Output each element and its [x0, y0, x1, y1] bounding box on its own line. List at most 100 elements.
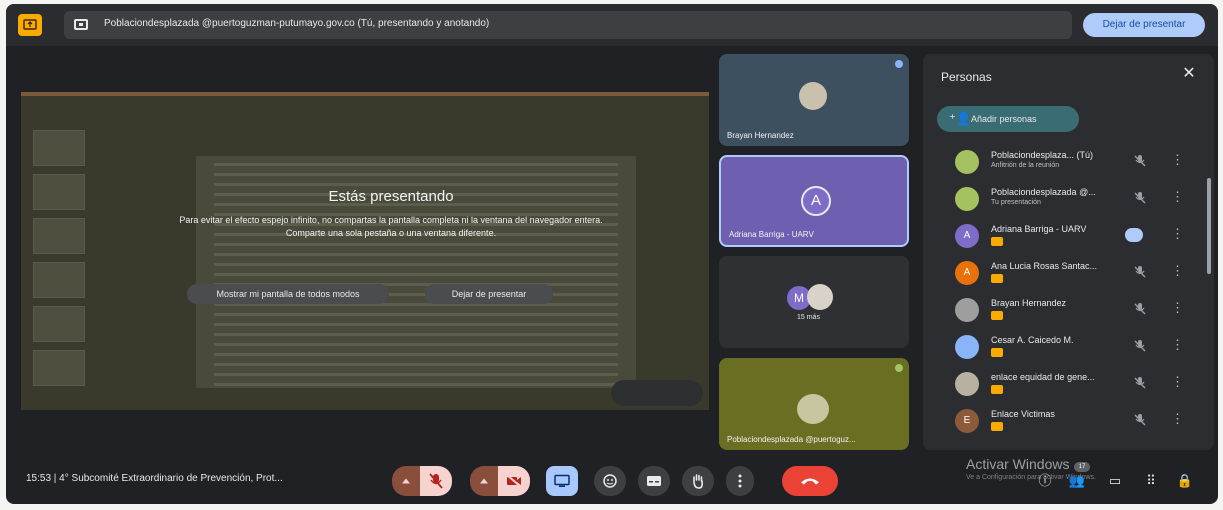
people-icon[interactable]: 👥 — [1068, 472, 1086, 490]
self-view-tile[interactable]: Poblaciondesplazada @puertoguz... — [719, 358, 909, 450]
more-vert-icon[interactable]: ⋮ — [1171, 337, 1184, 353]
participant-tile-active-speaker[interactable]: A Adriana Barriga - UARV — [719, 155, 909, 247]
people-scrollbar[interactable] — [1207, 178, 1211, 274]
slide-thumbnails — [33, 130, 93, 400]
stop-presenting-button[interactable]: Dejar de presentar — [1083, 13, 1205, 37]
add-person-icon: ⁺👤 — [949, 111, 973, 126]
participant-badge-icon — [991, 311, 1003, 320]
participant-badge-icon — [991, 422, 1003, 431]
people-panel-title: Personas — [941, 70, 992, 84]
participant-avatar — [955, 335, 979, 359]
presenting-notice: Estás presentando Para evitar el efecto … — [171, 174, 611, 334]
stop-presenting-inline-button[interactable]: Dejar de presentar — [425, 284, 553, 304]
hand-icon — [693, 474, 703, 489]
participant-name: Adriana Barriga - UARV — [729, 230, 814, 239]
close-icon[interactable]: ✕ — [1179, 64, 1199, 84]
participant-badge-icon — [991, 237, 1003, 246]
more-vert-icon[interactable]: ⋮ — [1171, 300, 1184, 316]
hang-up-icon — [801, 478, 819, 485]
camera-options-button[interactable] — [470, 466, 498, 496]
participant-row[interactable]: A Ana Lucia Rosas Santac... ⋮ — [923, 255, 1205, 289]
show-screen-anyway-button[interactable]: Mostrar mi pantalla de todos modos — [187, 284, 389, 304]
participant-name: Enlace Victimas — [991, 409, 1055, 419]
participant-name: Poblaciondesplaza... (Tú) — [991, 150, 1094, 160]
mic-muted-icon[interactable] — [1133, 154, 1147, 168]
slide-thumbnail — [33, 174, 85, 210]
mic-muted-icon[interactable] — [1133, 265, 1147, 279]
participant-row[interactable]: Brayan Hernandez ⋮ — [923, 292, 1205, 326]
participant-name: Poblaciondesplazada @puertoguz... — [727, 435, 856, 444]
more-vert-icon[interactable]: ⋮ — [1171, 226, 1184, 242]
chat-icon[interactable]: ▭ — [1106, 472, 1124, 490]
raise-hand-button[interactable] — [682, 466, 714, 496]
participant-row[interactable]: E Enlace Victimas ⋮ — [923, 403, 1205, 437]
meet-window: Poblaciondesplazada @puertoguzman-putuma… — [6, 4, 1218, 504]
more-vert-icon[interactable]: ⋮ — [1171, 411, 1184, 427]
participant-avatar: A — [801, 186, 831, 216]
captions-icon — [647, 476, 661, 486]
participant-avatar — [807, 284, 833, 310]
slide-thumbnail — [33, 350, 85, 386]
slide-thumbnail — [33, 218, 85, 254]
participant-row[interactable]: Poblaciondesplazada @... Tu presentación ⋮ — [923, 181, 1205, 215]
participant-avatar — [955, 150, 979, 174]
slide-thumbnail — [33, 306, 85, 342]
present-screen-button[interactable] — [546, 466, 578, 496]
captions-button[interactable] — [638, 466, 670, 496]
slide-thumbnail — [33, 130, 85, 166]
leave-call-button[interactable] — [782, 466, 838, 496]
participant-avatar — [797, 394, 829, 424]
participant-row[interactable]: enlace equidad de gene... ⋮ — [923, 366, 1205, 400]
participant-row[interactable]: Cesar A. Caicedo M. ⋮ — [923, 329, 1205, 363]
participant-badge-icon — [991, 274, 1003, 283]
activities-icon[interactable]: ⠿ — [1142, 472, 1160, 490]
emoji-icon — [603, 474, 617, 488]
presentation-controls-pill[interactable] — [611, 380, 703, 406]
windows-activation-watermark: Activar Windows — [966, 456, 1070, 472]
more-vert-icon[interactable]: ⋮ — [1171, 189, 1184, 205]
participant-avatar — [955, 298, 979, 322]
participant-role: Anfitrión de la reunión — [991, 162, 1060, 169]
mic-options-button[interactable] — [392, 466, 420, 496]
present-logo-icon — [18, 14, 42, 36]
participant-name: Adriana Barriga - UARV — [991, 224, 1087, 234]
participant-row[interactable]: Poblaciondesplaza... (Tú) Anfitrión de la… — [923, 144, 1205, 178]
mic-off-button[interactable] — [420, 466, 452, 496]
participant-name: Cesar A. Caicedo M. — [991, 335, 1074, 345]
screen-share-icon — [74, 19, 88, 30]
people-panel: Personas ✕ ⁺👤 Añadir personas Poblaciond… — [923, 54, 1214, 450]
present-icon — [554, 474, 570, 487]
participant-name: Brayan Hernandez — [991, 298, 1067, 308]
participant-tile[interactable]: Brayan Hernandez — [719, 54, 909, 146]
participant-name: enlace equidad de gene... — [991, 372, 1095, 382]
more-vert-icon[interactable]: ⋮ — [1171, 263, 1184, 279]
mic-muted-icon[interactable] — [1133, 302, 1147, 316]
slide-thumbnail — [33, 262, 85, 298]
mic-muted-icon[interactable] — [1133, 376, 1147, 390]
presenting-title: Estás presentando — [328, 188, 454, 205]
mic-muted-icon[interactable] — [1133, 413, 1147, 427]
participant-row[interactable]: A Adriana Barriga - UARV ⋮ — [923, 218, 1205, 252]
host-controls-icon[interactable]: 🔒 — [1176, 472, 1194, 490]
add-people-button[interactable]: ⁺👤 Añadir personas — [937, 106, 1079, 132]
more-options-button[interactable] — [726, 466, 754, 496]
participant-avatar — [955, 187, 979, 211]
presentation-preview: Estás presentando Para evitar el efecto … — [21, 92, 709, 410]
presenting-message: Para evitar el efecto espejo infinito, n… — [179, 215, 603, 238]
mic-muted-icon[interactable] — [1133, 339, 1147, 353]
pin-icon[interactable] — [895, 60, 903, 68]
call-controls-bar: 15:53 | 4° Subcomité Extraordinario de P… — [6, 456, 1218, 504]
participant-badge-icon — [991, 348, 1003, 357]
more-vert-icon[interactable]: ⋮ — [1171, 152, 1184, 168]
participant-name: Ana Lucia Rosas Santac... — [991, 261, 1098, 271]
speaking-indicator-icon — [1125, 228, 1143, 242]
camera-off-button[interactable] — [498, 466, 530, 496]
info-icon[interactable]: ⓘ — [1036, 472, 1054, 490]
mic-muted-icon[interactable] — [1133, 191, 1147, 205]
participant-badge-icon — [991, 385, 1003, 394]
reactions-button[interactable] — [594, 466, 626, 496]
more-vert-icon — [738, 474, 742, 488]
more-vert-icon[interactable]: ⋮ — [1171, 374, 1184, 390]
participant-name: Brayan Hernandez — [727, 131, 794, 140]
more-participants-tile[interactable]: M 15 más — [719, 256, 909, 348]
